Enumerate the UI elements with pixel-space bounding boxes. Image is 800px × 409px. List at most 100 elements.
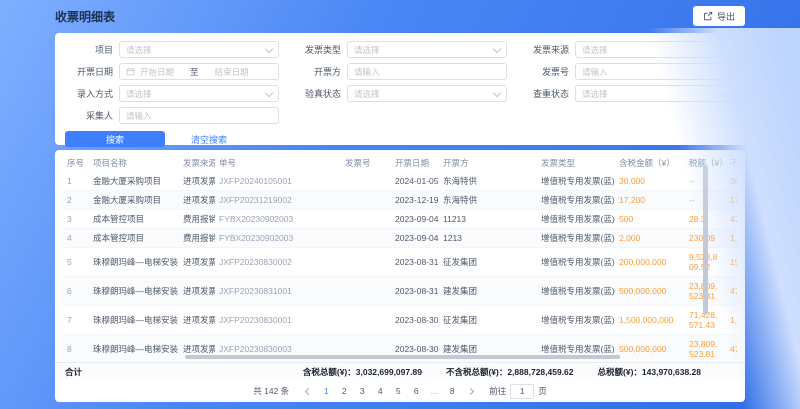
cell-project: 珠穆朗玛峰—电梯安装: [89, 306, 179, 335]
cell-amount_incl: 500,000,000: [615, 277, 685, 306]
pagination-total: 共 142 条: [253, 385, 289, 397]
collector-input[interactable]: [119, 107, 279, 124]
table-row[interactable]: 5珠穆朗玛峰—电梯安装进项发票JXFP202308300022023-08-31…: [63, 248, 737, 277]
cell-seq: 8: [63, 335, 89, 362]
data-table: 序号项目名称发票来源单号发票号开票日期开票方发票类型含税金额（¥）税额（¥）不含…: [63, 153, 737, 362]
table-row[interactable]: 6珠穆朗玛峰—电梯安装进项发票JXFP202308310012023-08-31…: [63, 277, 737, 306]
cell-source: 进项发票: [179, 248, 215, 277]
invoice-no-label: 发票号: [521, 65, 569, 78]
cell-source: 进项发票: [179, 306, 215, 335]
next-page-button[interactable]: [463, 384, 477, 398]
cell-seq: 1: [63, 172, 89, 191]
cell-project: 金融大厦采购项目: [89, 191, 179, 210]
total-tax: 总税额(¥)：143,970,638.28: [598, 366, 701, 378]
column-header-type: 发票类型: [537, 153, 615, 172]
cell-invoice_no: [341, 210, 391, 229]
cell-type: 增值税专用发票(蓝): [537, 277, 615, 306]
pagination: 共 142 条 123456...8 前往 页: [55, 381, 745, 401]
page-number[interactable]: 4: [373, 384, 387, 398]
chevron-down-icon: [721, 44, 729, 52]
invoice-date-range-picker[interactable]: 开始日期 至 结束日期: [119, 63, 279, 80]
project-placeholder: 请选择: [126, 44, 152, 56]
prev-page-button[interactable]: [301, 384, 315, 398]
column-header-amount_incl: 含税金额（¥）: [615, 153, 685, 172]
filter-verify-status: 验真状态 请选择: [293, 85, 507, 102]
entry-method-label: 录入方式: [65, 87, 113, 100]
invoice-no-input[interactable]: [575, 63, 735, 80]
cell-amount_incl: 200,000,000: [615, 248, 685, 277]
dup-check-status-select[interactable]: 请选择: [575, 85, 735, 102]
verify-status-label: 验真状态: [293, 87, 341, 100]
cell-source: 进项发票: [179, 277, 215, 306]
vertical-scrollbar[interactable]: [703, 165, 708, 315]
page-number[interactable]: 2: [337, 384, 351, 398]
cell-amount_excl: 17,200: [726, 191, 737, 210]
chevron-down-icon: [493, 88, 501, 96]
issuer-label: 开票方: [293, 65, 341, 78]
horizontal-scrollbar[interactable]: [185, 355, 620, 359]
total-excl-tax: 不含税总额(¥)：2,888,728,459.62: [446, 366, 574, 378]
filter-invoice-type: 发票类型 请选择: [293, 41, 507, 58]
cell-amount_incl: 1,500,000,000: [615, 306, 685, 335]
cell-amount_excl: 476,190,476.19: [726, 335, 737, 362]
page-number-list: 123456...8: [317, 384, 461, 398]
filter-row-4: 采集人: [65, 107, 735, 124]
cell-source: 进项发票: [179, 191, 215, 210]
summary-label: 合计: [65, 366, 82, 378]
dup-check-status-placeholder: 请选择: [582, 88, 608, 100]
table-row[interactable]: 7珠穆朗玛峰—电梯安装进项发票JXFP202308300012023-08-30…: [63, 306, 737, 335]
filter-issuer: 开票方: [293, 63, 507, 80]
table-row[interactable]: 2金融大厦采购项目进项发票JXFP202312190022023-12-19东海…: [63, 191, 737, 210]
clear-search-button[interactable]: 清空搜索: [191, 133, 227, 146]
page-number[interactable]: 5: [391, 384, 405, 398]
search-button[interactable]: 搜索: [65, 131, 165, 147]
cell-issuer: 建发集团: [439, 277, 537, 306]
cell-issuer: 征发集团: [439, 306, 537, 335]
table-row[interactable]: 3成本管控项目费用报销FYBX202309020032023-09-041121…: [63, 210, 737, 229]
export-button-label: 导出: [717, 10, 735, 23]
project-select[interactable]: 请选择: [119, 41, 279, 58]
column-header-seq: 序号: [63, 153, 89, 172]
invoice-type-placeholder: 请选择: [354, 44, 380, 56]
cell-issuer: 1213: [439, 229, 537, 248]
cell-tax: 23,809,523.81: [685, 335, 726, 362]
verify-status-placeholder: 请选择: [354, 88, 380, 100]
export-button[interactable]: 导出: [693, 6, 745, 26]
verify-status-select[interactable]: 请选择: [347, 85, 507, 102]
jump-page-input[interactable]: [510, 384, 534, 399]
invoice-type-select[interactable]: 请选择: [347, 41, 507, 58]
cell-invoice_no: [341, 191, 391, 210]
dup-check-status-label: 查重状态: [521, 87, 569, 100]
invoice-source-select[interactable]: 请选择: [575, 41, 735, 58]
summary-row: 合计 含税总额(¥)：3,032,699,097.89 不含税总额(¥)：2,8…: [55, 362, 745, 380]
entry-method-placeholder: 请选择: [126, 88, 152, 100]
filter-collector: 采集人: [65, 107, 279, 124]
filter-row-1: 项目 请选择 发票类型 请选择 发票来源 请选择: [65, 41, 735, 58]
cell-source: 进项发票: [179, 172, 215, 191]
cell-invoice_no: [341, 277, 391, 306]
cell-date: 2023-08-31: [391, 248, 439, 277]
total-incl-tax: 含税总额(¥)：3,032,699,097.89: [303, 366, 422, 378]
cell-date: 2023-12-19: [391, 191, 439, 210]
page-header: 收票明细表 导出: [0, 0, 800, 32]
table-row[interactable]: 4成本管控项目费用报销FYBX202309020032023-09-041213…: [63, 229, 737, 248]
cell-amount_incl: 30,000: [615, 172, 685, 191]
cell-project: 珠穆朗玛峰—电梯安装: [89, 277, 179, 306]
cell-doc_no: JXFP20230830002: [215, 248, 341, 277]
page-number[interactable]: 8: [445, 384, 459, 398]
jump-prefix: 前往: [489, 385, 506, 397]
column-header-invoice_no: 发票号: [341, 153, 391, 172]
page-number[interactable]: 1: [319, 384, 333, 398]
cell-invoice_no: [341, 172, 391, 191]
page-number[interactable]: 6: [409, 384, 423, 398]
summary-totals: 含税总额(¥)：3,032,699,097.89 不含税总额(¥)：2,888,…: [303, 366, 735, 378]
filter-project: 项目 请选择: [65, 41, 279, 58]
issuer-input[interactable]: [347, 63, 507, 80]
page-number[interactable]: 3: [355, 384, 369, 398]
entry-method-select[interactable]: 请选择: [119, 85, 279, 102]
filter-invoice-date: 开票日期 开始日期 至 结束日期: [65, 63, 279, 80]
table-row[interactable]: 1金融大厦采购项目进项发票JXFP202401050012024-01-05东海…: [63, 172, 737, 191]
page-jump: 前往 页: [489, 384, 547, 399]
table-header-row: 序号项目名称发票来源单号发票号开票日期开票方发票类型含税金额（¥）税额（¥）不含…: [63, 153, 737, 172]
filter-entry-method: 录入方式 请选择: [65, 85, 279, 102]
